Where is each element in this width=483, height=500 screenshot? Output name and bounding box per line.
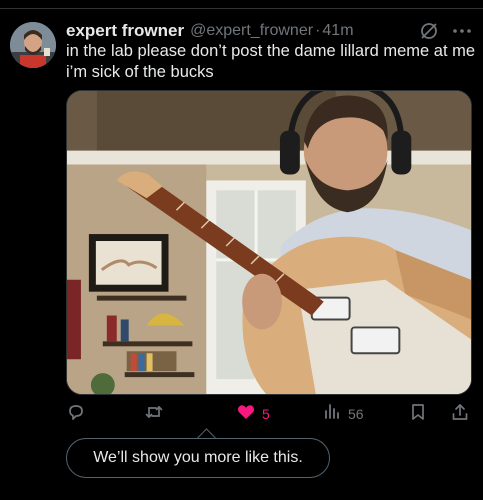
- top-divider: [0, 8, 483, 9]
- share-button[interactable]: [450, 402, 470, 426]
- tweet-header: expert frowner @expert_frowner · 41m: [66, 20, 473, 42]
- action-bar: 5 56: [66, 402, 476, 426]
- feedback-message: We’ll show you more like this.: [93, 449, 303, 466]
- bookmark-button[interactable]: [408, 402, 428, 426]
- timestamp[interactable]: 41m: [322, 22, 353, 40]
- tweet-photo[interactable]: [66, 90, 472, 395]
- views-icon: [322, 402, 342, 427]
- retweet-icon: [144, 402, 164, 427]
- feedback-toast: We’ll show you more like this.: [66, 438, 330, 478]
- tweet-text: in the lab please don’t post the dame li…: [66, 42, 476, 81]
- share-icon: [450, 402, 470, 427]
- grok-icon[interactable]: [419, 21, 439, 41]
- separator-dot: ·: [315, 22, 321, 39]
- bookmark-icon: [408, 402, 428, 427]
- avatar[interactable]: [10, 22, 56, 68]
- more-icon[interactable]: [451, 21, 473, 41]
- reply-icon: [66, 402, 86, 427]
- retweet-button[interactable]: [144, 402, 170, 426]
- reply-button[interactable]: [66, 402, 92, 426]
- user-handle[interactable]: @expert_frowner: [190, 22, 313, 40]
- views-button[interactable]: 56: [322, 402, 364, 426]
- like-count: 5: [262, 406, 270, 422]
- heart-icon: [236, 402, 256, 427]
- like-button[interactable]: 5: [236, 402, 270, 426]
- display-name[interactable]: expert frowner: [66, 21, 184, 41]
- views-count: 56: [348, 406, 364, 422]
